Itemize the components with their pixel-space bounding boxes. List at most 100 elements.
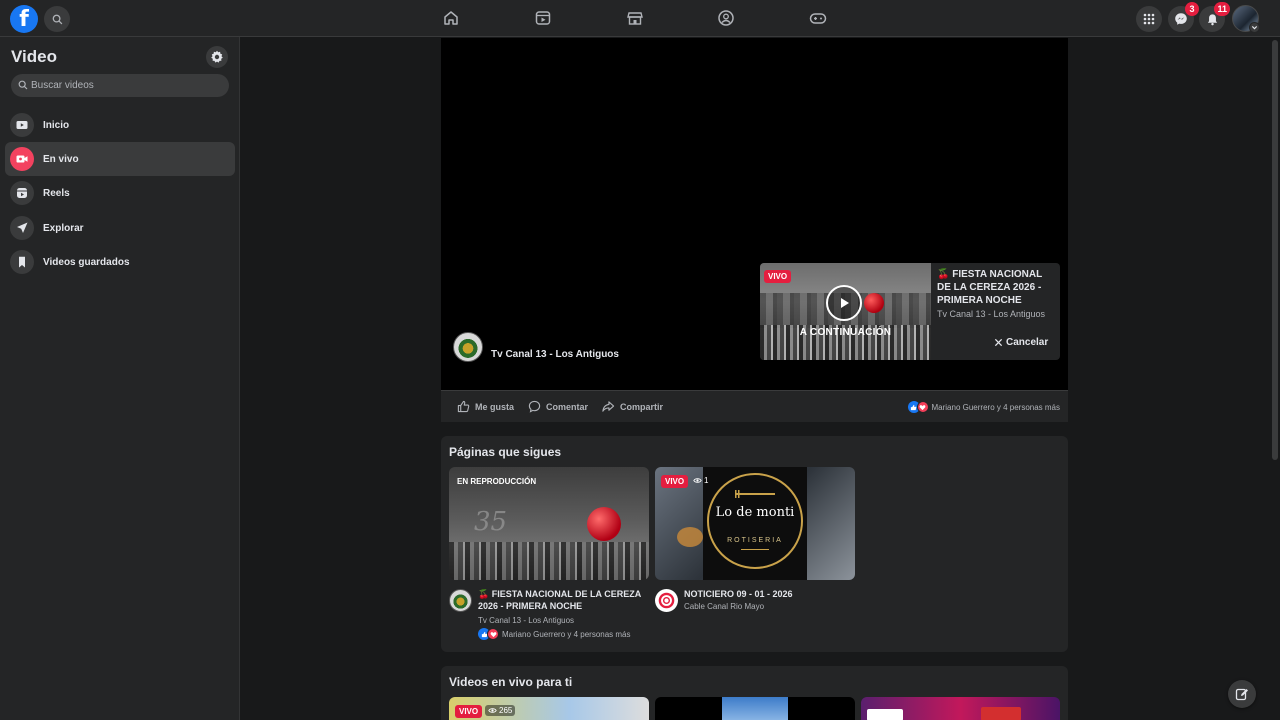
cherry-graphic	[864, 293, 884, 313]
video-title[interactable]: NOTICIERO 09 - 01 - 2026	[684, 588, 856, 600]
video-card[interactable]: 35 EN REPRODUCCIÓN 🍒 FIESTA NACIONAL DE …	[449, 467, 649, 640]
now-playing-label: EN REPRODUCCIÓN	[457, 477, 537, 486]
reels-icon	[10, 181, 34, 205]
share-label: Compartir	[620, 401, 664, 412]
reactions-text: Mariano Guerrero y 4 personas más	[502, 629, 631, 639]
comment-button[interactable]: Comentar	[528, 400, 588, 413]
play-icon	[841, 298, 849, 308]
viewer-count: 265	[485, 705, 516, 716]
nav-groups[interactable]	[716, 8, 736, 28]
reactions-text: Mariano Guerrero y 4 personas más	[931, 402, 1061, 412]
messenger-icon	[1175, 13, 1187, 25]
card-reactions[interactable]: Mariano Guerrero y 4 personas más	[478, 628, 631, 640]
reactions-summary[interactable]: Mariano Guerrero y 4 personas más	[907, 401, 1061, 413]
up-next-title[interactable]: 🍒 FIESTA NACIONAL DE LA CEREZA 2026 - PR…	[937, 268, 1057, 307]
sidebar-title: Video	[11, 47, 57, 66]
channel-avatar[interactable]	[655, 589, 678, 612]
gaming-icon	[809, 13, 827, 24]
eye-icon	[488, 708, 497, 713]
sidebar-item-explorar[interactable]: Explorar	[5, 211, 235, 245]
like-label: Me gusta	[475, 401, 515, 412]
video-search	[11, 74, 229, 97]
video-title[interactable]: 🍒 FIESTA NACIONAL DE LA CEREZA 2026 - PR…	[478, 588, 650, 612]
channel-avatar[interactable]	[449, 589, 472, 612]
nav-home[interactable]	[441, 8, 461, 28]
viewer-count-value: 1	[704, 476, 709, 485]
search-videos-input[interactable]	[31, 74, 221, 97]
video-channel[interactable]: Cable Canal Rio Mayo	[684, 602, 764, 611]
notifications-button[interactable]: 11	[1199, 2, 1230, 32]
compose-icon	[1235, 688, 1248, 701]
up-next-card[interactable]: VIVO A CONTINUACIÓN 🍒 FIESTA NACIONAL DE…	[760, 263, 1060, 360]
section-title: Videos en vivo para ti	[449, 675, 573, 689]
love-reaction-icon	[916, 401, 929, 413]
eye-icon	[693, 478, 702, 483]
video-thumbnail[interactable]	[655, 697, 855, 720]
live-badge: VIVO	[455, 705, 483, 718]
video-action-bar: Me gusta Comentar Compartir Mariano Guer…	[441, 390, 1068, 422]
home-icon	[444, 11, 458, 25]
nav-video[interactable]	[533, 8, 553, 28]
search-icon	[52, 14, 62, 24]
share-icon	[602, 401, 615, 412]
channel-avatar[interactable]	[453, 332, 483, 362]
settings-button[interactable]	[206, 46, 228, 68]
cancel-autoplay-button[interactable]: Cancelar	[994, 337, 1048, 348]
messenger-button[interactable]: 3	[1168, 2, 1199, 32]
watch-icon	[535, 11, 551, 25]
video-card[interactable]: Lo de monti ROTISERIA VIVO 1 NOTICIERO 0…	[655, 467, 855, 612]
pages-you-follow-section: Páginas que sigues 35 EN REPRODUCCIÓN 🍒 …	[441, 436, 1068, 652]
nav-marketplace[interactable]	[625, 8, 645, 28]
search-icon	[18, 80, 28, 90]
video-thumbnail[interactable]: Lo de monti ROTISERIA VIVO 1	[655, 467, 855, 580]
anniversary-graphic: 35	[474, 507, 508, 537]
logo-text: Lo de monti	[715, 505, 795, 520]
up-next-channel: Tv Canal 13 - Los Antiguos	[937, 309, 1046, 319]
page-scrollbar-thumb[interactable]	[1272, 40, 1278, 460]
live-icon	[10, 147, 34, 171]
sidebar-item-label: Inicio	[43, 119, 70, 131]
fork-knife-icon	[735, 490, 775, 498]
sidebar-item-en-vivo[interactable]: En vivo	[5, 142, 235, 176]
grid-menu-icon	[1143, 13, 1155, 25]
up-next-thumbnail[interactable]: VIVO A CONTINUACIÓN	[760, 263, 931, 360]
nav-gaming[interactable]	[808, 8, 828, 28]
sidebar-item-label: Explorar	[43, 222, 84, 234]
search-button[interactable]	[44, 6, 70, 32]
up-next-label: A CONTINUACIÓN	[799, 327, 892, 338]
sidebar-item-reels[interactable]: Reels	[5, 176, 235, 210]
video-thumbnail[interactable]	[861, 697, 1060, 720]
video-thumbnail[interactable]: 35 EN REPRODUCCIÓN	[449, 467, 649, 580]
top-navigation-bar: f 3 11	[0, 0, 1280, 37]
sidebar-item-inicio[interactable]: Inicio	[5, 108, 235, 142]
live-videos-for-you-section: Videos en vivo para ti VIVO 265	[441, 666, 1068, 720]
video-home-icon	[10, 113, 34, 137]
video-channel[interactable]: Tv Canal 13 - Los Antiguos	[478, 616, 574, 625]
video-thumbnail[interactable]: VIVO 265	[449, 697, 649, 720]
cancel-label: Cancelar	[1006, 337, 1049, 348]
sidebar-item-label: En vivo	[43, 153, 79, 165]
share-button[interactable]: Compartir	[601, 400, 663, 413]
play-button[interactable]	[826, 285, 862, 321]
viewer-count-value: 265	[499, 706, 513, 715]
comment-icon	[528, 400, 541, 413]
sidebar-item-label: Reels	[43, 187, 70, 199]
account-chevron-icon[interactable]	[1249, 22, 1260, 33]
groups-icon	[718, 10, 734, 26]
comment-label: Comentar	[546, 401, 589, 412]
logo-subtext: ROTISERIA	[727, 537, 783, 544]
notifications-badge: 11	[1214, 2, 1230, 16]
restaurant-logo: Lo de monti ROTISERIA	[703, 467, 807, 580]
messenger-badge: 3	[1185, 2, 1199, 16]
menu-button[interactable]	[1136, 6, 1162, 32]
new-message-button[interactable]	[1228, 680, 1256, 708]
sidebar-item-videos-guardados[interactable]: Videos guardados	[5, 245, 235, 279]
section-title: Páginas que sigues	[449, 445, 562, 459]
facebook-logo[interactable]: f	[10, 5, 38, 33]
like-button[interactable]: Me gusta	[457, 400, 514, 413]
video-player[interactable]: Tv Canal 13 - Los Antiguos VIVO A CONTIN…	[441, 38, 1068, 390]
close-icon	[994, 338, 1003, 347]
bookmark-icon	[10, 250, 34, 274]
gear-icon	[211, 50, 223, 63]
channel-name[interactable]: Tv Canal 13 - Los Antiguos	[491, 349, 619, 360]
